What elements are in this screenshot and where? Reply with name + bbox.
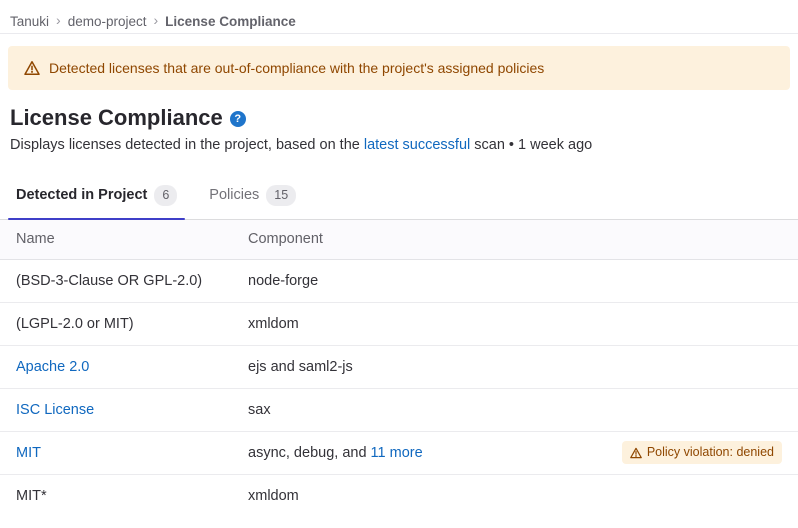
license-component: ejs and saml2-js [248,355,766,379]
breadcrumb: Tanuki › demo-project › License Complian… [0,0,798,34]
policy-violation-badge: Policy violation: denied [622,441,782,464]
more-components-link[interactable]: 11 more [371,445,423,461]
latest-successful-scan-link[interactable]: latest successful [364,137,470,153]
warning-triangle-icon [24,60,40,76]
license-name-link[interactable]: Apache 2.0 [16,359,89,375]
license-component: sax [248,398,766,422]
chevron-right-icon: › [154,13,159,29]
license-name: (BSD-3-Clause OR GPL-2.0) [0,269,248,293]
tab-count-badge: 15 [266,185,296,206]
component-list: async, debug, and [248,445,371,461]
tabs-bar: Detected in Project 6 Policies 15 [0,176,798,220]
tab-policies[interactable]: Policies 15 [201,176,304,219]
table-row: Apache 2.0 ejs and saml2-js [0,346,798,389]
page-description: Displays licenses detected in the projec… [10,136,788,155]
column-header-component: Component [248,227,766,251]
description-text: Displays licenses detected in the projec… [10,137,364,153]
license-component: node-forge [248,269,766,293]
page-header: License Compliance ? Displays licenses d… [0,105,798,155]
license-name-link[interactable]: MIT [16,445,41,461]
chevron-right-icon: › [56,13,61,29]
breadcrumb-item-current[interactable]: License Compliance [165,14,296,29]
table-row: ISC License sax [0,389,798,432]
table-header-row: Name Component [0,220,798,260]
license-table: Name Component (BSD-3-Clause OR GPL-2.0)… [0,220,798,518]
license-name: (LGPL-2.0 or MIT) [0,312,248,336]
license-component: xmldom [248,484,766,508]
page-title: License Compliance [10,105,223,131]
breadcrumb-item-project[interactable]: demo-project [68,14,147,29]
policy-violation-label: Policy violation: denied [647,446,774,459]
license-component: xmldom [248,312,766,336]
tab-label: Policies [209,187,259,203]
column-header-name: Name [0,227,248,251]
tab-label: Detected in Project [16,187,147,203]
license-component: async, debug, and 11 more [248,441,606,465]
warning-triangle-icon [630,447,642,459]
license-name: MIT* [0,484,248,508]
breadcrumb-item-group[interactable]: Tanuki [10,14,49,29]
license-name-link[interactable]: ISC License [16,402,94,418]
help-question-icon[interactable]: ? [230,111,246,127]
table-row: (LGPL-2.0 or MIT) xmldom [0,303,798,346]
alert-message: Detected licenses that are out-of-compli… [49,58,544,78]
tab-count-badge: 6 [154,185,177,206]
table-row: MIT* xmldom [0,475,798,518]
tab-detected-in-project[interactable]: Detected in Project 6 [8,176,185,219]
compliance-warning-alert: Detected licenses that are out-of-compli… [8,46,790,90]
description-suffix: scan • 1 week ago [470,137,592,153]
table-row: MIT async, debug, and 11 more Policy vio… [0,432,798,475]
table-row: (BSD-3-Clause OR GPL-2.0) node-forge [0,260,798,303]
